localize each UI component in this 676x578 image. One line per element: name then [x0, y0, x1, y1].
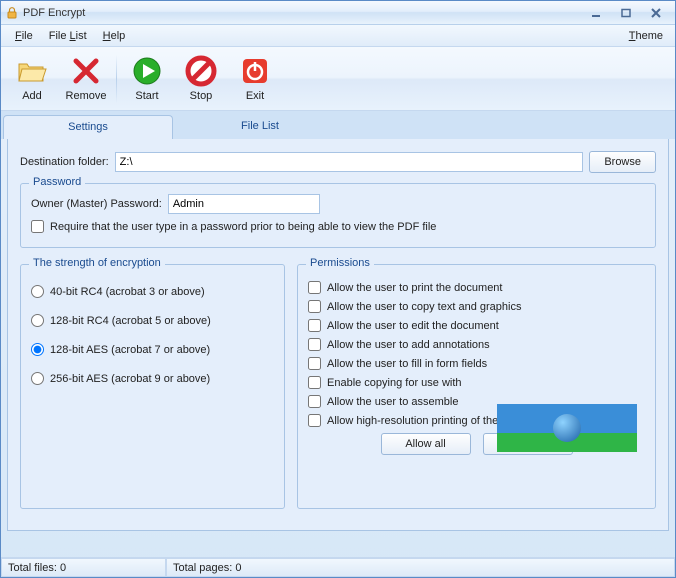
stop-button[interactable]: Stop — [174, 50, 228, 108]
require-view-password-label: Require that the user type in a password… — [50, 221, 436, 233]
enc-128bit-rc4-radio[interactable] — [31, 314, 44, 327]
enc-40bit-rc4-radio[interactable] — [31, 285, 44, 298]
watermark-image — [497, 404, 637, 452]
enc-128bit-aes-label: 128-bit AES (acrobat 7 or above) — [50, 344, 210, 356]
settings-panel: Destination folder: Browse Password Owne… — [7, 139, 669, 531]
lock-icon — [5, 6, 19, 20]
stop-icon — [185, 55, 217, 87]
menu-file[interactable]: File — [7, 28, 41, 44]
enc-256bit-aes-radio[interactable] — [31, 372, 44, 385]
browse-button[interactable]: Browse — [589, 151, 656, 173]
window-title: PDF Encrypt — [23, 7, 587, 19]
status-total-pages: Total pages: 0 — [166, 558, 675, 577]
require-view-password-row[interactable]: Require that the user type in a password… — [31, 220, 645, 233]
maximize-button[interactable] — [617, 6, 635, 20]
perm-fill-label: Allow the user to fill in form fields — [327, 358, 487, 370]
app-window: PDF Encrypt File File List Help Theme Ad… — [0, 0, 676, 578]
permissions-fieldset: Permissions Allow the user to print the … — [297, 264, 656, 509]
perm-access-row[interactable]: Enable copying for use with — [308, 376, 645, 389]
perm-copy-label: Allow the user to copy text and graphics — [327, 301, 521, 313]
enc-256bit-aes-label: 256-bit AES (acrobat 9 or above) — [50, 373, 210, 385]
add-label: Add — [22, 90, 42, 102]
perm-access-label: Enable copying for use with — [327, 377, 462, 389]
enc-128bit-aes-row[interactable]: 128-bit AES (acrobat 7 or above) — [31, 343, 274, 356]
titlebar: PDF Encrypt — [1, 1, 675, 25]
perm-edit-checkbox[interactable] — [308, 319, 321, 332]
allow-all-button[interactable]: Allow all — [381, 433, 471, 455]
delete-x-icon — [70, 55, 102, 87]
require-view-password-checkbox[interactable] — [31, 220, 44, 233]
exit-label: Exit — [246, 90, 264, 102]
tab-file-list[interactable]: File List — [175, 115, 345, 139]
perm-annot-row[interactable]: Allow the user to add annotations — [308, 338, 645, 351]
minimize-button[interactable] — [587, 6, 605, 20]
perm-assemble-checkbox[interactable] — [308, 395, 321, 408]
toolbar-separator — [116, 55, 117, 103]
power-icon — [239, 55, 271, 87]
enc-128bit-rc4-label: 128-bit RC4 (acrobat 5 or above) — [50, 315, 211, 327]
remove-label: Remove — [66, 90, 107, 102]
start-button[interactable]: Start — [120, 50, 174, 108]
perm-print-row[interactable]: Allow the user to print the document — [308, 281, 645, 294]
statusbar: Total files: 0 Total pages: 0 — [1, 557, 675, 577]
perm-access-checkbox[interactable] — [308, 376, 321, 389]
enc-128bit-aes-radio[interactable] — [31, 343, 44, 356]
toolbar: Add Remove Start Stop Exit — [1, 47, 675, 111]
menubar: File File List Help Theme — [1, 25, 675, 47]
enc-40bit-rc4-label: 40-bit RC4 (acrobat 3 or above) — [50, 286, 205, 298]
perm-assemble-label: Allow the user to assemble — [327, 396, 458, 408]
menu-help[interactable]: Help — [95, 28, 134, 44]
perm-print-checkbox[interactable] — [308, 281, 321, 294]
perm-edit-row[interactable]: Allow the user to edit the document — [308, 319, 645, 332]
perm-edit-label: Allow the user to edit the document — [327, 320, 499, 332]
remove-button[interactable]: Remove — [59, 50, 113, 108]
dest-folder-label: Destination folder: — [20, 156, 109, 168]
perm-annot-label: Allow the user to add annotations — [327, 339, 490, 351]
perm-copy-checkbox[interactable] — [308, 300, 321, 313]
owner-password-label: Owner (Master) Password: — [31, 198, 162, 210]
menu-file-list[interactable]: File List — [41, 28, 95, 44]
perm-print-label: Allow the user to print the document — [327, 282, 502, 294]
exit-button[interactable]: Exit — [228, 50, 282, 108]
perm-fill-row[interactable]: Allow the user to fill in form fields — [308, 357, 645, 370]
stop-label: Stop — [190, 90, 213, 102]
perm-copy-row[interactable]: Allow the user to copy text and graphics — [308, 300, 645, 313]
password-legend: Password — [29, 176, 85, 188]
menu-theme[interactable]: Theme — [623, 28, 669, 44]
start-label: Start — [135, 90, 158, 102]
status-total-files: Total files: 0 — [1, 558, 166, 577]
owner-password-input[interactable] — [168, 194, 320, 214]
tab-bar: Settings File List — [1, 111, 675, 139]
password-fieldset: Password Owner (Master) Password: Requir… — [20, 183, 656, 248]
tab-settings[interactable]: Settings — [3, 115, 173, 139]
enc-40bit-rc4-row[interactable]: 40-bit RC4 (acrobat 3 or above) — [31, 285, 274, 298]
encryption-fieldset: The strength of encryption 40-bit RC4 (a… — [20, 264, 285, 509]
permissions-legend: Permissions — [306, 257, 374, 269]
perm-annot-checkbox[interactable] — [308, 338, 321, 351]
dest-folder-input[interactable] — [115, 152, 584, 172]
enc-128bit-rc4-row[interactable]: 128-bit RC4 (acrobat 5 or above) — [31, 314, 274, 327]
enc-256bit-aes-row[interactable]: 256-bit AES (acrobat 9 or above) — [31, 372, 274, 385]
perm-hires-checkbox[interactable] — [308, 414, 321, 427]
encryption-legend: The strength of encryption — [29, 257, 165, 269]
folder-open-icon — [16, 55, 48, 87]
play-icon — [131, 55, 163, 87]
perm-fill-checkbox[interactable] — [308, 357, 321, 370]
add-button[interactable]: Add — [5, 50, 59, 108]
close-button[interactable] — [647, 6, 665, 20]
